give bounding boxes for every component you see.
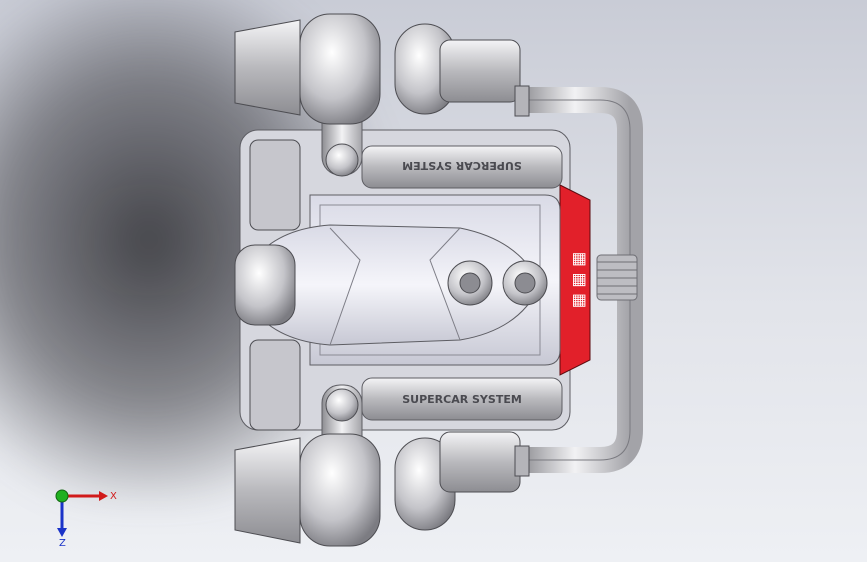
turbo-top[interactable] [234, 13, 521, 125]
accessory-bracket-top [249, 139, 301, 231]
orientation-triad[interactable]: X Z [44, 478, 124, 548]
valve-cover-top-text: SUPERCAR SYSTEM [402, 159, 522, 172]
accessory-bracket-bottom [249, 339, 301, 431]
front-pulley [234, 244, 296, 326]
pipe-clamp-bottom [514, 445, 530, 477]
turbo-bottom[interactable] [234, 431, 521, 547]
pipe-clamp-top [514, 85, 530, 117]
svg-text:▦ ▦ ▦: ▦ ▦ ▦ [571, 252, 590, 309]
engine-model[interactable]: ▦ ▦ ▦ SUPERCAR SYSTEM SUPERCAR SYSTEM [0, 0, 867, 562]
z-axis-label: Z [59, 538, 66, 548]
valve-cover-bottom-text: SUPERCAR SYSTEM [402, 393, 522, 406]
x-axis-label: X [110, 491, 117, 502]
turbo-flange-top [325, 143, 359, 177]
coil-pack[interactable]: ▦ ▦ ▦ [559, 184, 591, 376]
turbo-flange-bottom [325, 388, 359, 422]
3d-viewport[interactable]: ▦ ▦ ▦ SUPERCAR SYSTEM SUPERCAR SYSTEM X … [0, 0, 867, 562]
y-axis-dot [55, 489, 69, 503]
